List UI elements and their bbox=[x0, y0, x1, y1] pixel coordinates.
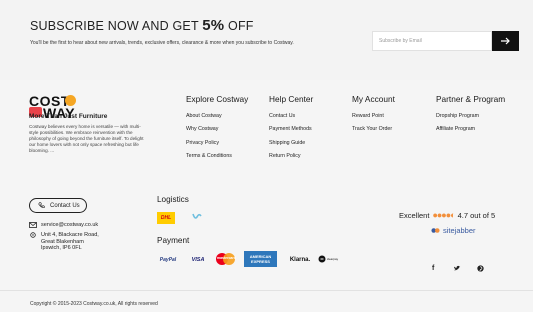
rating-stars: ●●●●◐ bbox=[432, 210, 455, 220]
footer-column-help: Help Center Contact Us Payment Methods S… bbox=[269, 94, 313, 166]
contact-address: Unit 4, Blackacre Road, Great Blakenham … bbox=[29, 232, 99, 252]
footer-link[interactable]: Dropship Program bbox=[436, 113, 505, 119]
logistics-title: Logistics bbox=[157, 195, 189, 204]
rating-summary: Excellent ●●●●◐ 4.7 out of 5 bbox=[399, 210, 495, 220]
arrow-right-icon bbox=[500, 37, 510, 45]
footer-link[interactable]: Why Costway bbox=[186, 126, 248, 132]
contact-us-button[interactable]: Contact Us bbox=[29, 198, 87, 213]
subscribe-submit-button[interactable] bbox=[492, 31, 519, 51]
copyright-text: Copyright © 2015-2023 Costway.co.uk, All… bbox=[30, 301, 158, 307]
column-title: Explore Costway bbox=[186, 94, 249, 104]
pinterest-icon[interactable] bbox=[477, 265, 484, 274]
twitter-icon[interactable] bbox=[454, 265, 461, 273]
clearpay-logo: clearpay bbox=[315, 253, 341, 265]
footer-link[interactable]: Contact Us bbox=[269, 113, 313, 119]
footer-divider bbox=[0, 290, 533, 291]
column-title: Partner & Program bbox=[436, 94, 506, 104]
dhl-logo: DHL bbox=[157, 212, 175, 224]
mastercard-logo: mastercard bbox=[216, 253, 236, 265]
sitejabber-icon bbox=[431, 228, 440, 233]
footer-link[interactable]: Payment Methods bbox=[269, 126, 313, 132]
column-title: Help Center bbox=[269, 94, 314, 104]
column-title: My Account bbox=[352, 94, 395, 104]
footer-link[interactable]: Affiliate Program bbox=[436, 126, 505, 132]
footer-column-partner: Partner & Program Dropship Program Affil… bbox=[436, 94, 505, 140]
footer-column-account: My Account Reward Point Track Your Order bbox=[352, 94, 395, 140]
subscribe-title: SUBSCRIBE NOW AND GET 5% OFF bbox=[30, 17, 254, 34]
facebook-icon[interactable]: f bbox=[432, 265, 434, 272]
amex-logo: AMERICAN EXPRESS bbox=[244, 251, 277, 267]
footer-link[interactable]: Reward Point bbox=[352, 113, 395, 119]
paypal-logo: PayPal bbox=[159, 257, 177, 263]
footer-link[interactable]: Privacy Policy bbox=[186, 140, 248, 146]
klarna-logo: Klarna. bbox=[289, 257, 311, 263]
footer-link[interactable]: About Costway bbox=[186, 113, 248, 119]
yodel-logo bbox=[190, 211, 204, 223]
phone-icon bbox=[38, 202, 45, 209]
payment-title: Payment bbox=[157, 236, 190, 245]
mail-icon bbox=[29, 222, 37, 228]
visa-logo: VISA bbox=[191, 257, 205, 263]
footer-link[interactable]: Terms & Conditions bbox=[186, 153, 248, 159]
footer-link[interactable]: Shipping Guide bbox=[269, 140, 313, 146]
brand-tagline: More Than Just Furniture bbox=[29, 113, 108, 120]
footer-link[interactable]: Return Policy bbox=[269, 153, 313, 159]
subscribe-section: SUBSCRIBE NOW AND GET 5% OFF You'll be t… bbox=[0, 0, 533, 80]
rating-label: Excellent bbox=[399, 210, 430, 220]
footer-link[interactable]: Track Your Order bbox=[352, 126, 395, 132]
subscribe-description: You'll be the first to hear about new ar… bbox=[30, 40, 294, 46]
sitejabber-logo[interactable]: sitejabber bbox=[431, 226, 476, 235]
rating-score: 4.7 out of 5 bbox=[457, 210, 496, 220]
footer-column-explore: Explore Costway About Costway Why Costwa… bbox=[186, 94, 248, 166]
location-pin-icon bbox=[30, 232, 36, 238]
brand-description: Costway believes every home is versatile… bbox=[29, 124, 144, 153]
email-input[interactable]: Subscribe by Email bbox=[372, 31, 492, 51]
contact-email[interactable]: service@costway.co.uk bbox=[29, 222, 98, 228]
